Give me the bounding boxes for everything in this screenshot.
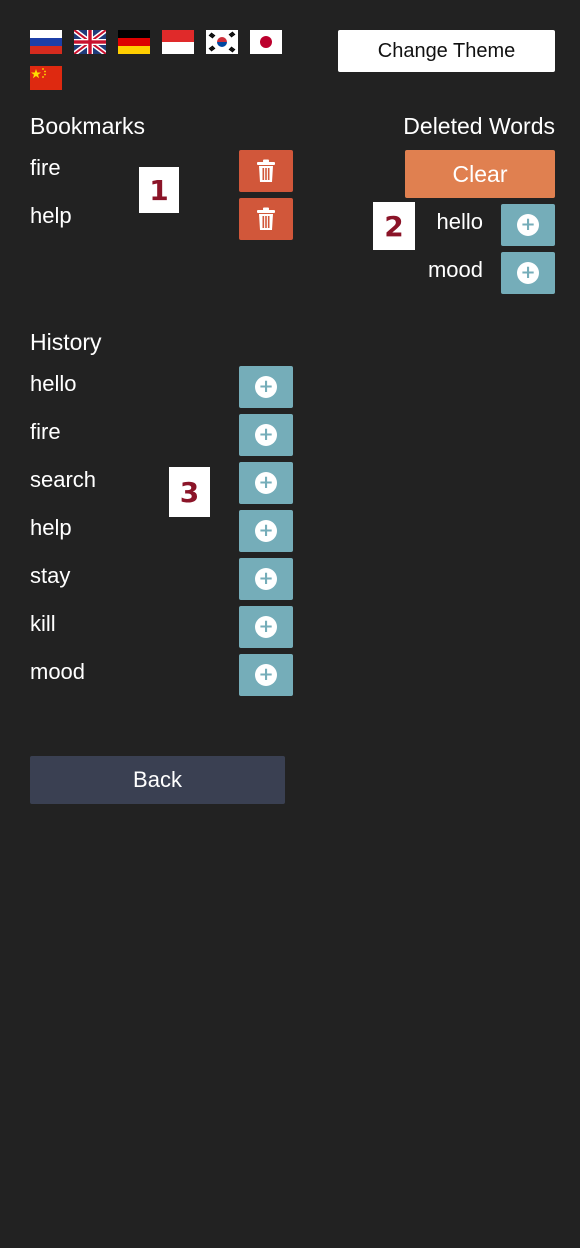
plus-circle-icon: + (255, 616, 277, 638)
delete-bookmark-button[interactable] (239, 198, 293, 240)
add-bookmark-button[interactable]: + (239, 462, 293, 504)
back-button[interactable]: Back (30, 756, 285, 804)
flag-cn-icon[interactable] (30, 66, 62, 90)
plus-circle-icon: + (517, 262, 539, 284)
change-theme-button[interactable]: Change Theme (338, 30, 555, 72)
bookmarks-heading: Bookmarks (30, 113, 146, 139)
add-bookmark-button[interactable]: + (239, 558, 293, 600)
plus-circle-icon: + (255, 424, 277, 446)
annotation-marker: 3 (169, 467, 210, 517)
history-word: stay (30, 563, 71, 588)
deleted-words-heading: Deleted Words (403, 113, 555, 139)
history-word: fire (30, 419, 61, 444)
flag-jp-icon[interactable] (250, 30, 282, 54)
add-bookmark-button[interactable]: + (239, 654, 293, 696)
annotation-marker: 2 (373, 202, 415, 250)
flag-id-icon[interactable] (162, 30, 194, 54)
plus-circle-icon: + (255, 376, 277, 398)
history-word: search (30, 467, 97, 492)
flag-de-icon[interactable] (118, 30, 150, 54)
plus-circle-icon: + (517, 214, 539, 236)
deleted-word: mood (427, 257, 483, 282)
add-bookmark-button[interactable]: + (239, 510, 293, 552)
deleted-word: hello (436, 209, 483, 234)
trash-icon (257, 159, 275, 182)
annotation-marker: 1 (139, 167, 179, 213)
flag-kr-icon[interactable] (206, 30, 238, 54)
clear-button[interactable]: Clear (405, 150, 555, 198)
history-word: help (30, 515, 72, 540)
flag-ru-icon[interactable] (30, 30, 62, 54)
add-bookmark-button[interactable]: + (239, 414, 293, 456)
restore-word-button[interactable]: + (501, 204, 555, 246)
plus-circle-icon: + (255, 472, 277, 494)
flag-gb-icon[interactable] (74, 30, 106, 54)
restore-word-button[interactable]: + (501, 252, 555, 294)
history-word: kill (30, 611, 56, 636)
add-bookmark-button[interactable]: + (239, 366, 293, 408)
history-word: hello (30, 371, 77, 396)
trash-icon (257, 207, 275, 230)
bookmark-word: fire (30, 155, 61, 180)
plus-circle-icon: + (255, 664, 277, 686)
bookmark-word: help (30, 203, 72, 228)
plus-circle-icon: + (255, 520, 277, 542)
plus-circle-icon: + (255, 568, 277, 590)
add-bookmark-button[interactable]: + (239, 606, 293, 648)
history-word: mood (30, 659, 86, 684)
history-heading: History (30, 329, 102, 355)
delete-bookmark-button[interactable] (239, 150, 293, 192)
